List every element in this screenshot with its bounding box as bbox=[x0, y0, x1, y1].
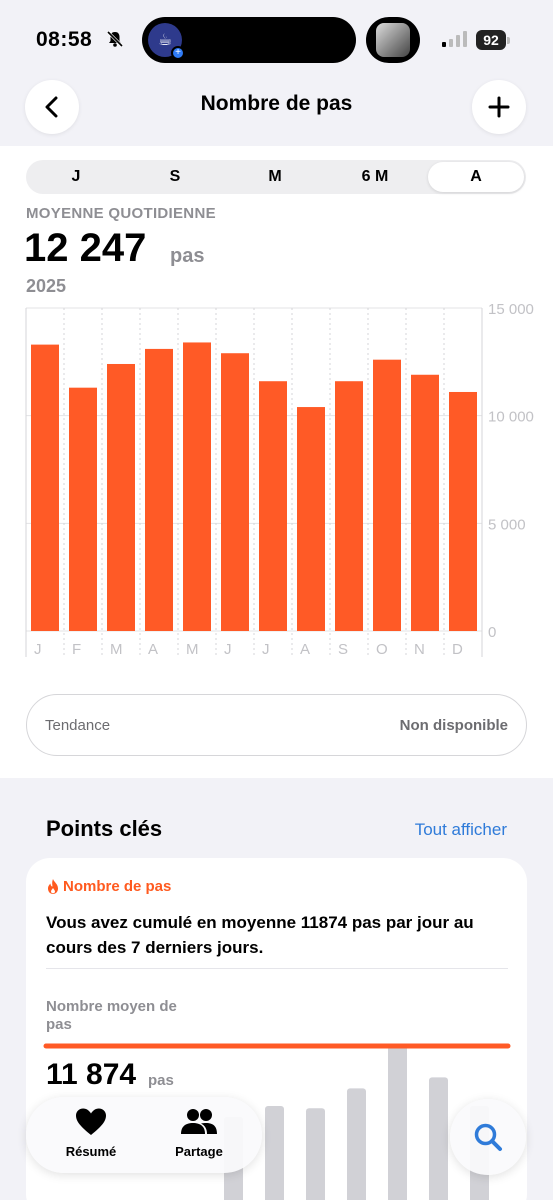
bar-M bbox=[107, 363, 135, 631]
y-tick-label: 10 000 bbox=[488, 409, 534, 426]
album-thumbnail bbox=[376, 23, 410, 57]
x-tick-label: D bbox=[452, 641, 463, 658]
flame-icon bbox=[48, 879, 58, 894]
coffee-app-icon: ☕ + bbox=[148, 23, 185, 60]
search-button[interactable] bbox=[450, 1099, 526, 1175]
highlight-average-label: Nombre moyen de pas bbox=[46, 998, 177, 1033]
period-tab-6-months[interactable]: 6 M bbox=[327, 162, 423, 192]
trend-label: Tendance bbox=[45, 717, 111, 734]
highlight-tag: Nombre de pas bbox=[46, 878, 171, 895]
period-tab-month[interactable]: M bbox=[227, 162, 323, 192]
signal-icon bbox=[442, 31, 467, 47]
x-tick-label: J bbox=[34, 641, 42, 658]
tab-summary-label: Résumé bbox=[65, 1144, 117, 1159]
x-tick-label: M bbox=[186, 641, 199, 658]
period-segmented-control: J S M 6 M A bbox=[26, 160, 526, 194]
y-tick-label: 15 000 bbox=[488, 301, 534, 318]
battery-indicator: 92 bbox=[476, 30, 506, 50]
divider bbox=[46, 968, 508, 969]
period-tab-day[interactable]: J bbox=[28, 162, 124, 192]
x-tick-label: M bbox=[110, 641, 123, 658]
page-title: Nombre de pas bbox=[200, 92, 353, 115]
period-tab-week[interactable]: S bbox=[127, 162, 223, 192]
monthly-steps-chart[interactable]: J F M A M J J A S O N D 15 000 10 000 5 000 0 bbox=[0, 300, 553, 665]
x-tick-label: A bbox=[300, 641, 310, 658]
weekly-bar-2 bbox=[265, 1106, 284, 1200]
x-tick-label: F bbox=[72, 641, 81, 658]
dynamic-island: ☕ + bbox=[142, 17, 356, 63]
tab-bar: Résumé Partage bbox=[26, 1097, 262, 1173]
average-label: MOYENNE QUOTIDIENNE bbox=[26, 205, 216, 222]
period-tab-year[interactable]: A bbox=[428, 162, 524, 192]
bell-slash-icon bbox=[106, 30, 124, 48]
bar-J bbox=[31, 344, 59, 631]
highlight-average-unit: pas bbox=[148, 1072, 174, 1089]
bar-D bbox=[449, 391, 477, 631]
average-value: 12 247 bbox=[24, 226, 147, 270]
people-icon bbox=[181, 1109, 217, 1134]
bar-M bbox=[183, 342, 211, 631]
highlight-text: Vous avez cumulé en moyenne 11874 pas pa… bbox=[46, 913, 474, 957]
bar-J bbox=[259, 381, 287, 631]
search-icon bbox=[474, 1123, 502, 1151]
trend-value: Non disponible bbox=[399, 717, 508, 734]
add-data-button[interactable] bbox=[472, 80, 526, 134]
weekly-bar-4 bbox=[347, 1088, 366, 1200]
bar-J bbox=[221, 353, 249, 631]
weekly-bar-5 bbox=[388, 1044, 407, 1200]
weekly-bar-3 bbox=[306, 1108, 325, 1200]
bar-S bbox=[335, 381, 363, 631]
x-tick-label: S bbox=[338, 641, 348, 658]
x-tick-label: A bbox=[148, 641, 158, 658]
tab-summary[interactable]: Résumé bbox=[32, 1107, 150, 1159]
status-time: 08:58 bbox=[36, 28, 93, 51]
tab-sharing[interactable]: Partage bbox=[140, 1107, 258, 1159]
bar-F bbox=[69, 387, 97, 631]
x-tick-label: O bbox=[376, 641, 388, 658]
tab-sharing-label: Partage bbox=[175, 1144, 223, 1159]
bar-N bbox=[411, 374, 439, 631]
y-tick-label: 5 000 bbox=[488, 516, 526, 533]
x-tick-label: N bbox=[414, 641, 425, 658]
highlight-average-value: 11 874 bbox=[46, 1058, 137, 1091]
bar-A bbox=[145, 348, 173, 631]
bar-A bbox=[297, 407, 325, 631]
plus-icon bbox=[488, 96, 510, 118]
average-unit: pas bbox=[170, 245, 205, 267]
status-bar: 08:58 ☕ + 92 bbox=[0, 0, 553, 78]
heart-icon bbox=[76, 1108, 106, 1135]
show-all-link[interactable]: Tout afficher bbox=[415, 820, 507, 840]
trend-row[interactable]: Tendance Non disponible bbox=[26, 694, 527, 756]
date-range: 2025 bbox=[26, 276, 67, 296]
bar-O bbox=[373, 359, 401, 631]
highlights-title: Points clés bbox=[46, 816, 163, 841]
weekly-bar-6 bbox=[429, 1077, 448, 1200]
now-playing-island bbox=[366, 17, 420, 63]
battery-tip bbox=[507, 37, 510, 44]
y-tick-label: 0 bbox=[488, 624, 496, 641]
x-tick-label: J bbox=[224, 641, 232, 658]
highlight-tag-label: Nombre de pas bbox=[63, 878, 172, 895]
x-tick-label: J bbox=[262, 641, 270, 658]
